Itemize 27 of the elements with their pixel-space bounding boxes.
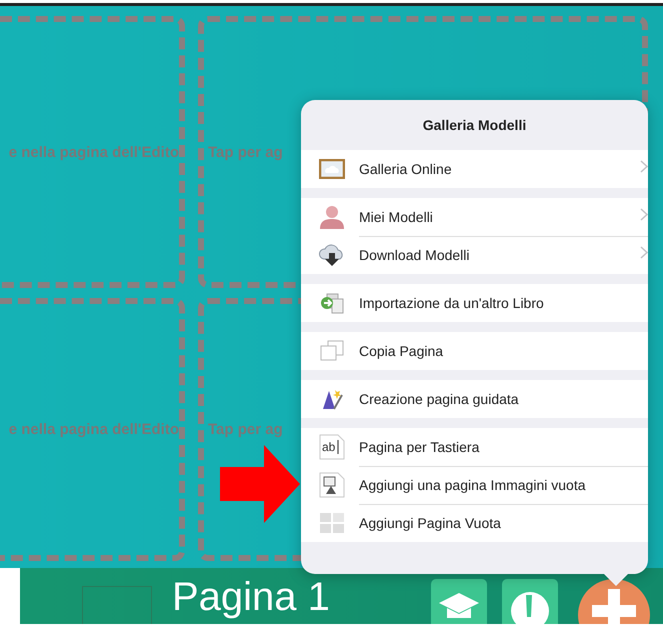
placeholder-text: Tap per ag — [207, 144, 283, 160]
mortarboard-icon — [439, 591, 479, 621]
menu-item[interactable]: Download Modelli — [301, 236, 648, 274]
learn-button[interactable] — [431, 579, 487, 624]
picture-frame-icon — [319, 159, 345, 179]
menu-item[interactable]: ab Pagina per Tastiera — [301, 428, 648, 466]
menu-item[interactable]: Aggiungi Pagina Vuota — [301, 504, 648, 542]
menu-item[interactable]: Aggiungi una pagina Immagini vuota — [301, 466, 648, 504]
icon-letters: ab — [322, 440, 336, 454]
menu-item[interactable]: Importazione da un'altro Libro — [301, 284, 648, 322]
copy-pages-icon — [319, 340, 345, 362]
image-page-icon — [319, 472, 345, 498]
wizard-icon — [320, 387, 344, 411]
placeholder-text: e nella pagina dell'Edito — [8, 144, 179, 160]
tool-button[interactable] — [502, 579, 558, 624]
placeholder-text: e nella pagina dell'Edito — [8, 421, 179, 438]
menu-item[interactable]: Creazione pagina guidata — [301, 380, 648, 418]
menu-item[interactable]: Miei Modelli — [301, 198, 648, 236]
page-title: Pagina 1 — [172, 577, 330, 617]
plus-icon — [592, 589, 636, 624]
placeholder-text: Tap per ag — [207, 421, 283, 438]
blank-page-icon — [319, 512, 345, 534]
person-icon — [319, 205, 345, 229]
import-pages-icon — [319, 291, 345, 315]
popover-title: Galleria Modelli — [422, 117, 526, 133]
menu-item[interactable]: Copia Pagina — [301, 332, 648, 370]
menu-item[interactable]: Galleria Online — [301, 150, 648, 188]
